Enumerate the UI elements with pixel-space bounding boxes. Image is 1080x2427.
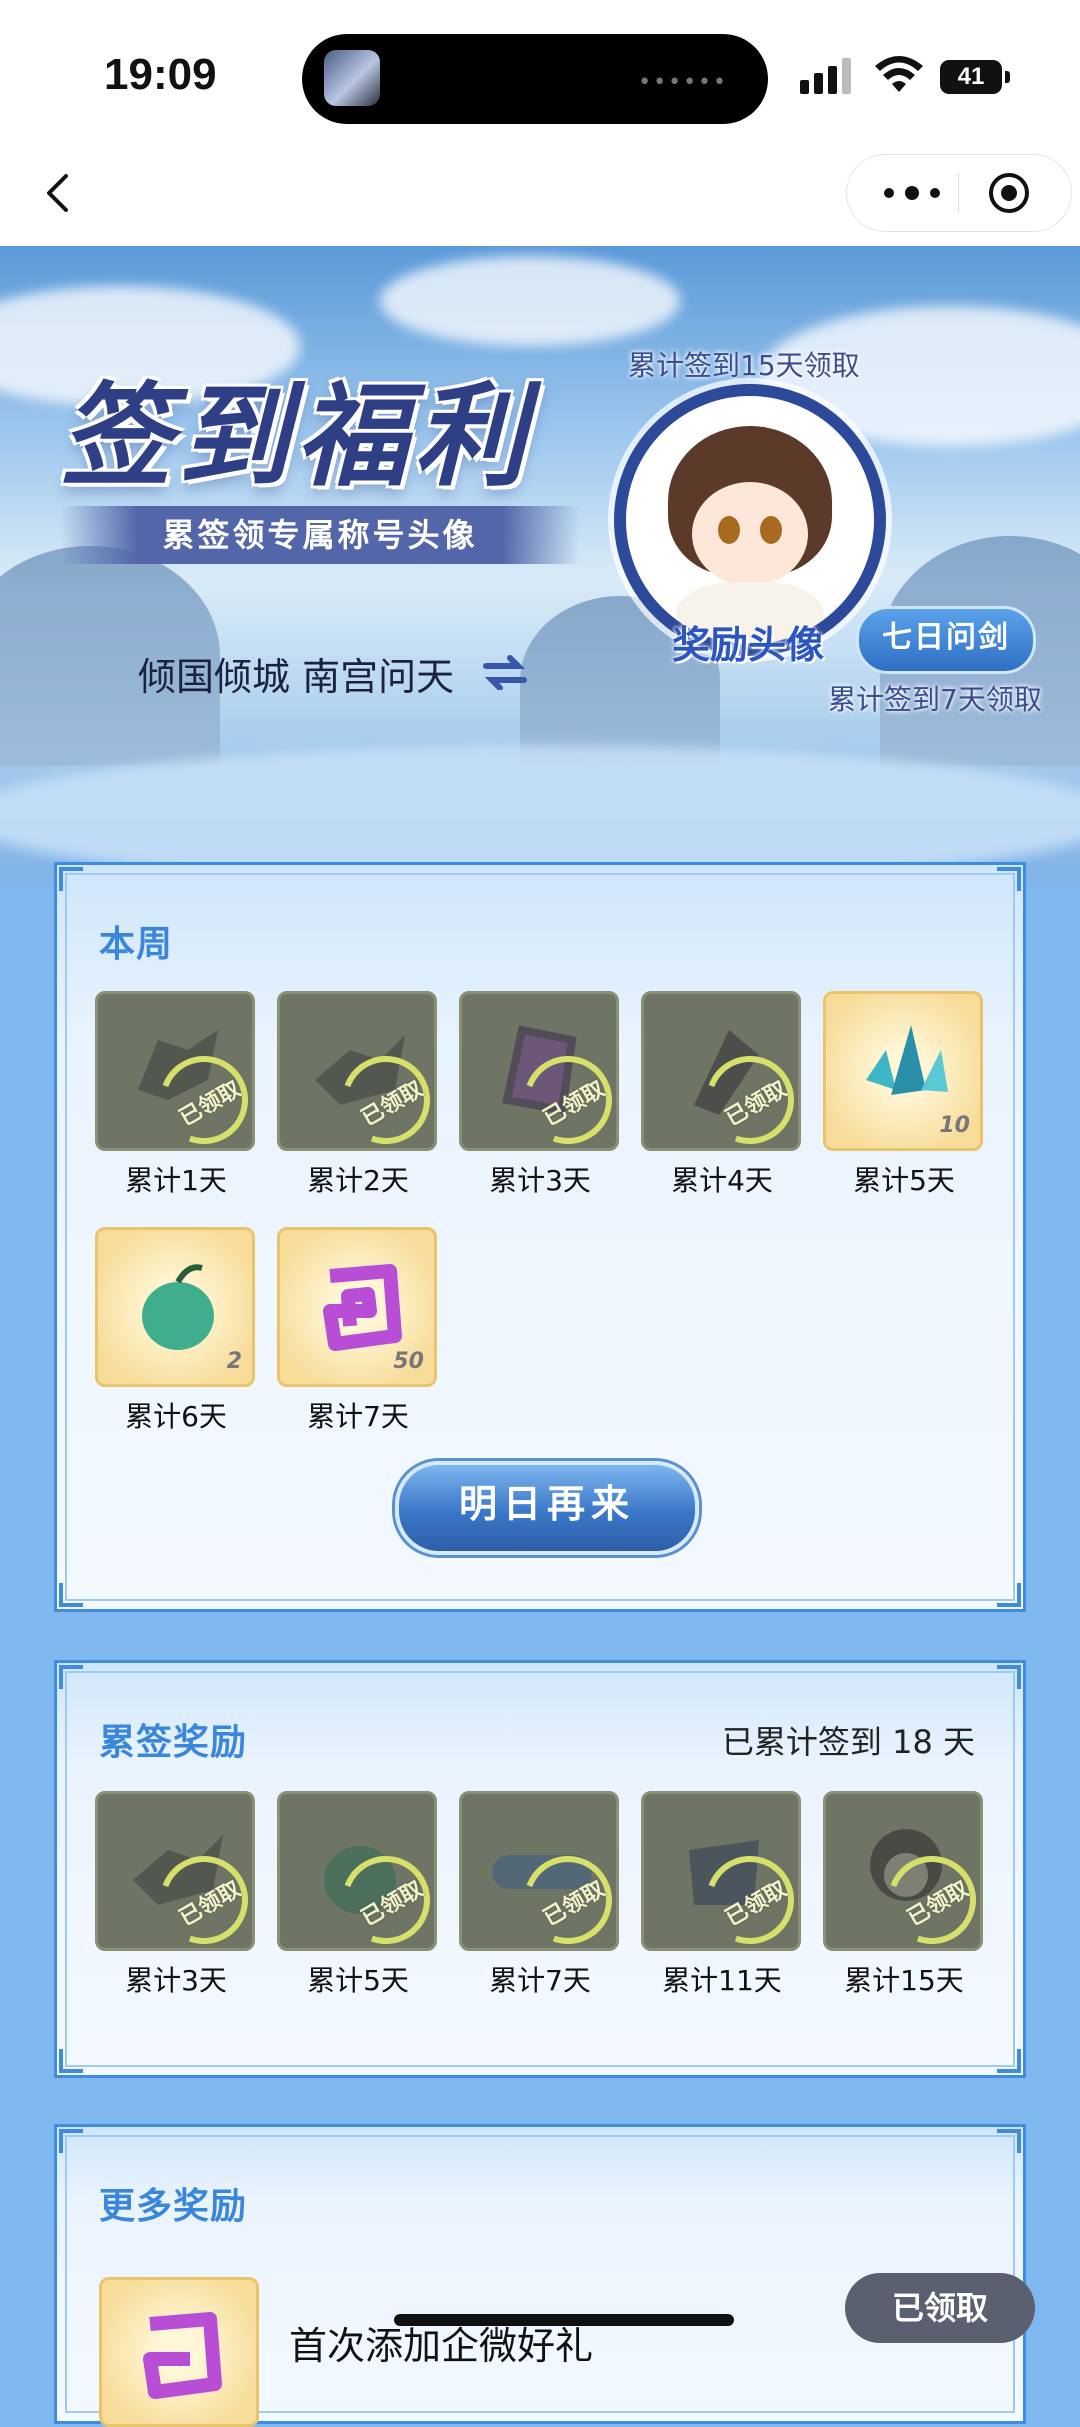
title-badge: 七日问剑 [856,606,1036,674]
avatar-requirement: 累计签到15天领取 [628,349,860,382]
cumulative-reward-7[interactable]: 已领取 累计7天 [459,1791,621,1999]
more-rewards-card: 更多奖励 首次添加企微好礼 已领取 [54,2124,1035,2427]
reward-tile: 10 [823,991,983,1151]
card-corner [59,867,83,891]
reward-tile: 已领取 [459,991,619,1151]
card-corner [997,2129,1021,2153]
reward-tile: 已领取 [641,1791,801,1951]
reward-day-label: 累计6天 [125,1400,227,1433]
weekly-reward-day3[interactable]: 已领取 累计3天 [459,991,621,1199]
reward-quantity: 50 [393,1349,424,1374]
reward-day-label: 累计15天 [844,1964,964,1997]
reward-tile: 已领取 [459,1791,619,1951]
card-corner [59,2049,83,2073]
come-back-tomorrow-button[interactable]: 明日再来 [395,1461,699,1555]
reward-tile: 2 [95,1227,255,1387]
reward-tile: 已领取 [823,1791,983,1951]
now-playing-thumbnail-icon [324,50,380,106]
more-dots-icon[interactable] [877,175,947,211]
cumulative-title: 累签奖励 [99,1722,248,1763]
reward-day-label: 累计5天 [307,1964,409,1997]
miniprogram-capsule [846,154,1072,232]
more-rewards-title: 更多奖励 [99,2186,248,2227]
cloud-decoration [380,256,680,346]
reward-tile: 已领取 [641,991,801,1151]
dynamic-island: •••••• [302,34,768,124]
reward-day-label: 累计3天 [125,1964,227,1997]
reward-tile [99,2277,259,2427]
weekly-reward-day7[interactable]: 50 累计7天 [277,1227,439,1435]
avatar-reward-label: 奖励头像 [672,623,825,667]
nav-bar [0,140,1080,246]
card-corner [59,1665,83,1689]
reward-day-label: 累计4天 [671,1164,773,1197]
wifi-icon [875,56,923,92]
banner-title: 签到福利 [60,371,532,502]
weekly-reward-day1[interactable]: 已领取 累计1天 [95,991,257,1199]
cumulative-rewards-card: 累签奖励 已累计签到 18 天 已领取 累计3天 已领取 累计5天 已领取 累计… [54,1660,1026,2078]
card-corner [59,1583,83,1607]
status-time: 19:09 [104,50,217,99]
signal-icon [800,58,851,94]
weekly-reward-day6[interactable]: 2 累计6天 [95,1227,257,1435]
reward-day-label: 累计3天 [489,1164,591,1197]
cumulative-summary: 已累计签到 18 天 [721,1723,975,1761]
green-fruit-icon [142,1264,214,1350]
cumulative-reward-5[interactable]: 已领取 累计5天 [277,1791,439,1999]
reward-tile: 已领取 [95,1791,255,1951]
avatar-eye [718,516,740,544]
reward-day-label: 累计7天 [489,1964,591,1997]
user-nickname: 倾国倾城 南宫问天 [138,655,455,699]
weekly-title: 本周 [99,924,174,965]
status-bar: 19:09 •••••• 41 [0,0,1080,140]
purple-rune-icon [143,2312,222,2399]
reward-tile: 50 [277,1227,437,1387]
reward-quantity: 2 [226,1349,242,1374]
reward-day-label: 累计1天 [125,1164,227,1197]
card-corner [997,1665,1021,1689]
reward-day-label: 累计11天 [662,1964,782,1997]
weekly-reward-day4[interactable]: 已领取 累计4天 [641,991,803,1199]
weekly-reward-day2[interactable]: 已领取 累计2天 [277,991,439,1199]
card-corner [59,2129,83,2153]
reward-day-label: 累计2天 [307,1164,409,1197]
blue-crystal-icon [866,1025,948,1095]
reward-day-label: 累计7天 [307,1400,409,1433]
cumulative-reward-11[interactable]: 已领取 累计11天 [641,1791,803,1999]
cumulative-reward-3[interactable]: 已领取 累计3天 [95,1791,257,1999]
close-target-icon[interactable] [987,171,1031,215]
banner-subtitle: 累签领专属称号头像 [60,506,580,564]
cumulative-reward-15[interactable]: 已领取 累计15天 [823,1791,985,1999]
home-indicator [394,2314,734,2326]
title-badge-requirement: 累计签到7天领取 [828,683,1042,716]
reward-day-label: 累计5天 [853,1164,955,1197]
more-reward-claim-button[interactable]: 已领取 [845,2273,1035,2343]
back-arrow-icon[interactable] [36,168,86,218]
switch-role-icon[interactable] [482,654,528,690]
checkin-banner: 签到福利 累签领专属称号头像 倾国倾城 南宫问天 累计签到15天领取 奖励头像 … [0,246,1080,886]
reward-tile: 已领取 [277,991,437,1151]
avatar-eye [760,516,782,544]
capsule-divider [958,173,959,213]
weekly-reward-day5[interactable]: 10 累计5天 [823,991,985,1199]
audio-wave-icon: •••••• [638,70,728,95]
purple-rune-icon [323,1264,402,1351]
weekly-checkin-card: 本周 已领取 累计1天 已领取 累计2天 已领取 累计3天 已领取 累计4天 1… [54,862,1026,1612]
card-corner [997,2049,1021,2073]
card-corner [997,1583,1021,1607]
reward-quantity: 10 [939,1113,970,1138]
avatar-face [692,482,808,586]
reward-tile: 已领取 [95,991,255,1151]
card-corner [997,867,1021,891]
battery-icon: 41 [940,60,1010,94]
reward-tile: 已领取 [277,1791,437,1951]
